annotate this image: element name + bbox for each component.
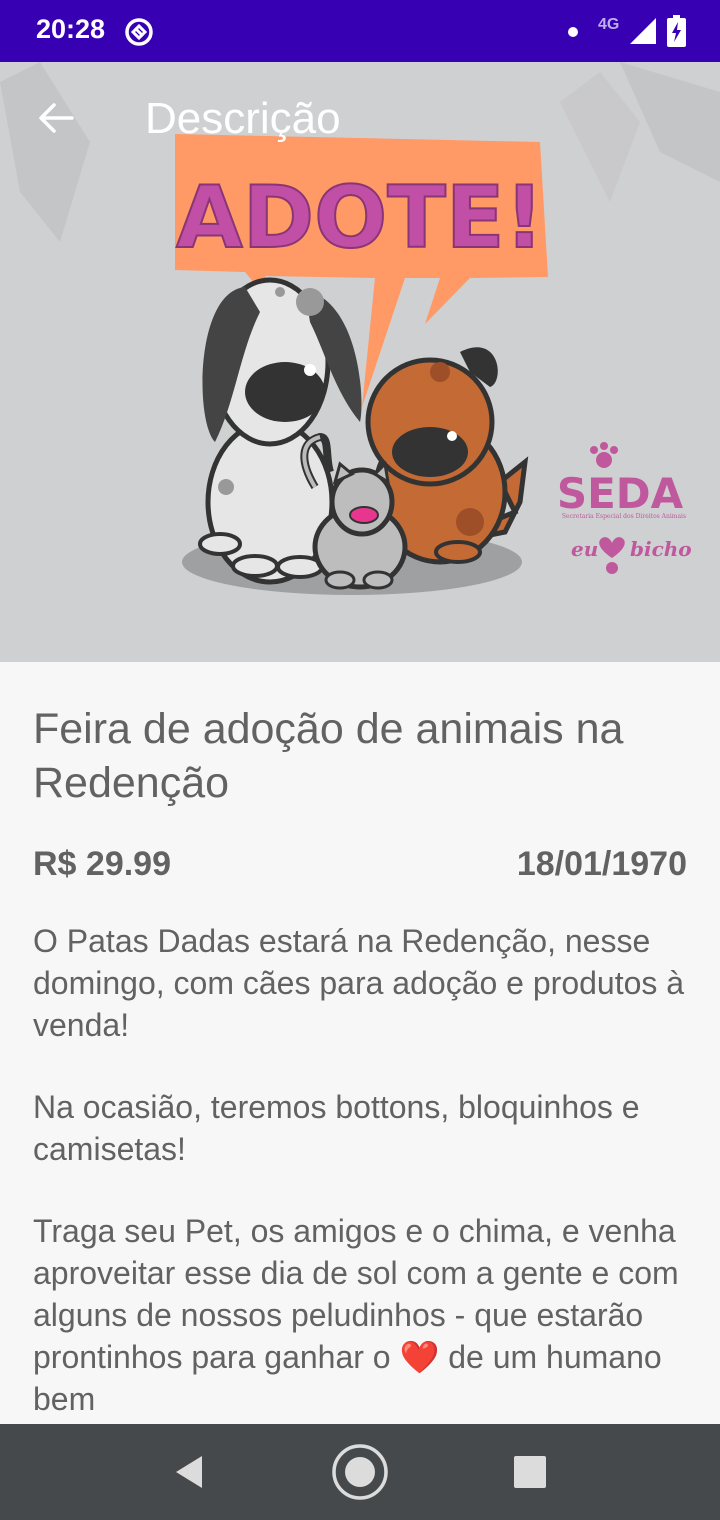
arrow-left-icon xyxy=(39,103,74,133)
description-paragraph: Traga seu Pet, os amigos e o chima, e ve… xyxy=(33,1213,679,1417)
svg-text:bicho: bicho xyxy=(630,537,692,561)
battery-icon xyxy=(667,15,686,47)
system-navigation-bar xyxy=(0,1424,720,1520)
svg-text:Secretaria Especial dos Direit: Secretaria Especial dos Direitos Animais xyxy=(562,513,686,520)
svg-text:eu: eu xyxy=(571,537,598,561)
event-details: Feira de adoção de animais na Redenção R… xyxy=(0,662,720,1424)
event-date: 18/01/1970 xyxy=(516,845,687,883)
app-notification-icon xyxy=(125,18,153,46)
event-image: ADOTE! SEDA Secretaria Especial dos Dire… xyxy=(0,62,720,662)
back-button[interactable] xyxy=(28,88,84,148)
svg-text:ADOTE!: ADOTE! xyxy=(176,168,544,268)
event-title: Feira de adoção de animais na Redenção xyxy=(33,705,624,807)
svg-text:SEDA: SEDA xyxy=(557,469,684,518)
status-bar: 20:28 4G xyxy=(0,0,720,62)
dot-icon xyxy=(568,27,578,37)
description-paragraph: O Patas Dadas estará na Redenção, nesse … xyxy=(33,923,685,1043)
page-title: Descrição xyxy=(145,94,341,143)
network-type: 4G xyxy=(598,16,620,33)
event-description: O Patas Dadas estará na Redenção, nesse … xyxy=(33,920,693,1424)
status-time: 20:28 xyxy=(36,14,106,44)
description-paragraph: Na ocasião, teremos bottons, bloquinhos … xyxy=(33,1089,640,1167)
home-circle-icon[interactable] xyxy=(330,1442,390,1502)
signal-icon xyxy=(630,18,656,44)
back-triangle-icon[interactable] xyxy=(168,1450,212,1494)
event-price: R$ 29.99 xyxy=(33,845,171,883)
recents-square-icon[interactable] xyxy=(512,1454,548,1490)
adoption-illustration: ADOTE! SEDA Secretaria Especial dos Dire… xyxy=(0,62,720,662)
